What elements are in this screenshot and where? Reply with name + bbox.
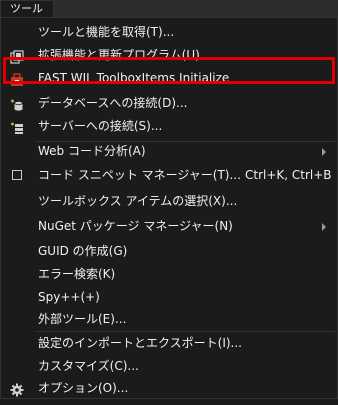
- menu-item-label: 拡張機能と更新プログラム(U)...: [38, 48, 212, 62]
- shortcut-text: Ctrl+K, Ctrl+B: [245, 168, 332, 182]
- menu-item-connect-database[interactable]: データベースへの接続(D)...: [2, 92, 336, 115]
- menu-item-external-tools[interactable]: 外部ツール(E)...: [2, 308, 336, 331]
- menu-item-label: 外部ツール(E)...: [38, 312, 127, 326]
- menu-item-snippet-manager[interactable]: コード スニペット マネージャー(T)... Ctrl+K, Ctrl+B: [2, 164, 336, 187]
- build-package-icon: [10, 72, 24, 86]
- menu-item-error-lookup[interactable]: エラー検索(K): [2, 263, 336, 286]
- server-connect-icon: [10, 120, 24, 134]
- menu-item-label: FAST WIL ToolboxItems Initialize: [38, 71, 230, 85]
- menu-item-customize[interactable]: カスタマイズ(C)...: [2, 355, 336, 378]
- menu-item-create-guid[interactable]: GUID の作成(G): [2, 240, 336, 263]
- menu-item-label: データベースへの接続(D)...: [38, 96, 188, 110]
- menu-item-connect-server[interactable]: サーバーへの接続(S)...: [2, 115, 336, 138]
- menu-item-label: ツールと機能を取得(T)...: [38, 25, 175, 39]
- menu-item-label: コード スニペット マネージャー(T)...: [38, 168, 241, 182]
- menu-item-label: NuGet パッケージ マネージャー(N): [38, 219, 233, 233]
- menu-item-label: オプション(O)...: [38, 381, 129, 395]
- menu-item-label: カスタマイズ(C)...: [38, 359, 139, 373]
- gear-icon: [10, 382, 24, 397]
- menu-item-label: エラー検索(K): [38, 267, 116, 281]
- menu-item-options[interactable]: オプション(O)...: [2, 377, 336, 400]
- menubar-tab-tools[interactable]: ツール(T): [0, 0, 54, 31]
- menu-item-label: 設定のインポートとエクスポート(I)...: [38, 336, 242, 350]
- menu-item-label: Web コード分析(A): [38, 144, 146, 158]
- menu-item-label: GUID の作成(G): [38, 244, 128, 258]
- submenu-arrow-icon: [322, 223, 326, 231]
- menu-item-label: サーバーへの接続(S)...: [38, 119, 163, 133]
- checkbox-icon: [12, 170, 22, 180]
- extensions-icon: [10, 49, 24, 64]
- menu-item-label: Spy++(+): [38, 290, 100, 304]
- menu-item-web-code-analysis[interactable]: Web コード分析(A): [2, 140, 336, 163]
- tools-menu: ツールと機能を取得(T)... 拡張機能と更新プログラム(U)... FAST …: [0, 17, 338, 399]
- menu-item-spy[interactable]: Spy++(+): [2, 286, 336, 309]
- database-connect-icon: [10, 97, 24, 111]
- menu-item-extensions-updates[interactable]: 拡張機能と更新プログラム(U)...: [2, 44, 336, 67]
- menu-item-fast-wil[interactable]: FAST WIL ToolboxItems Initialize: [2, 67, 336, 90]
- menu-item-label: ツールボックス アイテムの選択(X)...: [38, 194, 238, 208]
- menu-item-get-tools[interactable]: ツールと機能を取得(T)...: [2, 21, 336, 44]
- menu-item-choose-toolbox-items[interactable]: ツールボックス アイテムの選択(X)...: [2, 190, 336, 213]
- menu-item-nuget[interactable]: NuGet パッケージ マネージャー(N): [2, 215, 336, 238]
- menu-item-import-export-settings[interactable]: 設定のインポートとエクスポート(I)...: [2, 332, 336, 355]
- submenu-arrow-icon: [322, 148, 326, 156]
- menu-bar: ツール(T): [0, 0, 338, 31]
